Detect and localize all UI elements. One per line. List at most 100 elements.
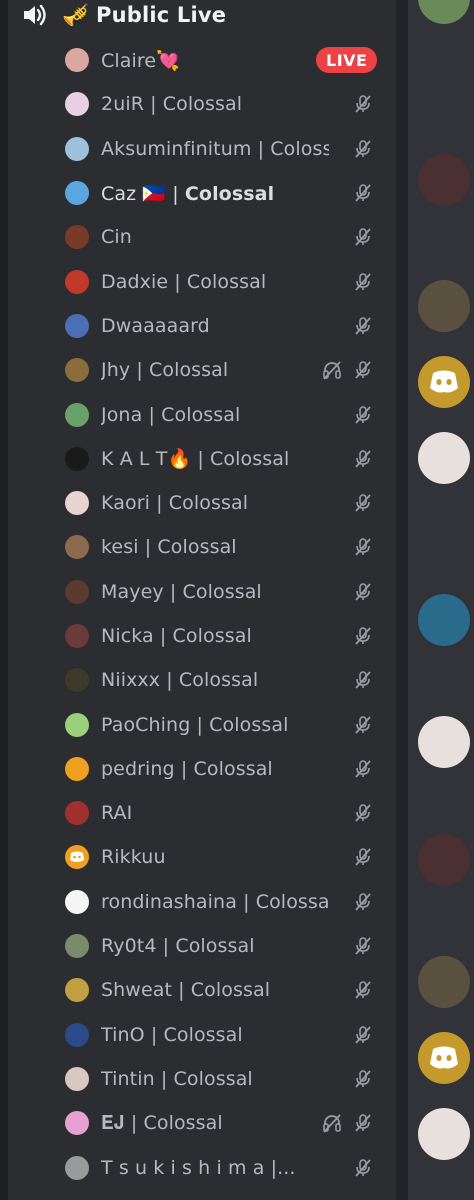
member-name-text: Aksuminfinitum — [101, 137, 252, 160]
voice-member-row[interactable]: 𝐄𝐉 | Colossal — [0, 1101, 396, 1145]
voice-member-row[interactable]: Claire💘 LIVE — [0, 38, 396, 82]
user-avatar[interactable] — [418, 154, 470, 206]
voice-member-row[interactable]: Rikkuu — [0, 835, 396, 879]
member-name: Rikkuu — [101, 846, 166, 868]
avatar[interactable] — [65, 1155, 89, 1180]
voice-member-row[interactable]: rondinashaina | Colossal — [0, 880, 396, 924]
avatar[interactable] — [65, 712, 89, 737]
avatar[interactable] — [65, 225, 89, 250]
voice-member-row[interactable]: Niixxx | Colossal — [0, 658, 396, 702]
voice-member-row[interactable]: Kaori | Colossal — [0, 481, 396, 525]
member-name-suffix: | Colossal — [172, 979, 271, 1002]
member-name: PaoChing | Colossal — [101, 714, 288, 736]
avatar[interactable] — [65, 402, 89, 427]
voice-member-row[interactable]: Cin — [0, 215, 396, 259]
avatar[interactable] — [65, 845, 89, 870]
member-name-text: Tintin — [101, 1067, 155, 1090]
voice-member-row[interactable]: Mayey | Colossal — [0, 570, 396, 614]
member-name-suffix: | Colossal — [191, 448, 290, 471]
member-name-text: Jhy — [101, 359, 131, 382]
voice-member-row[interactable]: Jhy | Colossal — [0, 348, 396, 392]
voice-member-row[interactable]: pedring | Colossal — [0, 747, 396, 791]
avatar[interactable] — [65, 92, 89, 117]
voice-member-row[interactable]: K A L T🔥 | Colossal — [0, 437, 396, 481]
muted-mic-icon — [353, 980, 373, 1000]
member-name-suffix: | Colossal — [257, 137, 329, 160]
muted-mic-icon — [353, 405, 373, 425]
member-name-text: Shweat — [101, 979, 173, 1002]
voice-member-row[interactable]: kesi | Colossal — [0, 525, 396, 569]
member-name-text: Ry0t4 — [101, 935, 157, 958]
voice-member-row[interactable]: RAI — [0, 791, 396, 835]
avatar[interactable] — [65, 756, 89, 781]
avatar[interactable] — [65, 978, 89, 1003]
discord-logo-avatar[interactable] — [418, 1032, 470, 1084]
voice-member-row[interactable]: 2uiR | Colossal — [0, 82, 396, 126]
voice-member-row[interactable]: Aksuminfinitum | Colossal — [0, 127, 396, 171]
member-name-text: Kaori — [101, 492, 150, 515]
discord-voice-channel-screen: 🎺 Public Live Claire💘 LIVE 2uiR | Colossal… — [0, 0, 474, 1200]
member-name-text: PaoChing — [101, 713, 191, 736]
user-avatar[interactable] — [418, 956, 470, 1008]
voice-member-list: Claire💘 LIVE 2uiR | Colossal Aksuminfinitum… — [0, 38, 396, 1190]
avatar[interactable] — [65, 535, 89, 560]
voice-member-row[interactable]: T s u k i s h i m a |... — [0, 1145, 396, 1189]
voice-member-row[interactable]: PaoChing | Colossal — [0, 702, 396, 746]
voice-member-row[interactable]: TinO | Colossal — [0, 1013, 396, 1057]
voice-member-row[interactable]: Shweat | Colossal — [0, 968, 396, 1012]
member-name: Jhy | Colossal — [101, 359, 228, 381]
member-name-suffix: | Colossal — [163, 580, 262, 603]
avatar[interactable] — [65, 358, 89, 383]
member-name-suffix: | Colossal — [130, 359, 229, 382]
user-avatar[interactable] — [418, 834, 470, 886]
user-avatar[interactable] — [418, 280, 470, 332]
avatar[interactable] — [65, 579, 89, 604]
muted-mic-icon — [353, 582, 373, 602]
member-name: Nicka | Colossal — [101, 625, 252, 647]
avatar[interactable] — [65, 668, 89, 693]
member-name-suffix: | Colossal — [160, 669, 259, 692]
voice-member-row[interactable]: Ry0t4 | Colossal — [0, 924, 396, 968]
avatar[interactable] — [65, 313, 89, 338]
member-name: kesi | Colossal — [101, 536, 237, 558]
member-name-suffix: | Colossal — [190, 713, 289, 736]
avatar[interactable] — [65, 801, 89, 826]
avatar[interactable] — [65, 1066, 89, 1091]
voice-channel-header[interactable]: 🎺 Public Live — [22, 0, 226, 30]
avatar[interactable] — [65, 889, 89, 914]
avatar[interactable] — [65, 1111, 89, 1136]
live-badge[interactable]: LIVE — [316, 47, 378, 74]
voice-member-row[interactable]: Nicka | Colossal — [0, 614, 396, 658]
discord-logo-avatar[interactable] — [418, 356, 470, 408]
avatar[interactable] — [65, 934, 89, 959]
voice-member-row[interactable]: Tintin | Colossal — [0, 1057, 396, 1101]
avatar[interactable] — [65, 136, 89, 161]
voice-member-row[interactable]: Dwaaaaard — [0, 304, 396, 348]
member-name-text: T s u k i s h i m a |... — [101, 1156, 296, 1179]
muted-mic-icon — [353, 493, 373, 513]
user-avatar[interactable] — [418, 594, 470, 646]
member-name: T s u k i s h i m a |... — [101, 1157, 296, 1179]
member-name-suffix: | Colossal — [154, 1067, 253, 1090]
member-name-text: Caz 🇵🇭 | — [101, 182, 185, 205]
channel-title: Public Live — [96, 3, 227, 27]
avatar[interactable] — [65, 1022, 89, 1047]
trumpet-icon: 🎺 — [62, 2, 90, 28]
user-avatar[interactable] — [418, 1108, 470, 1160]
avatar[interactable] — [65, 269, 89, 294]
member-name-suffix: | Colossal — [168, 270, 267, 293]
voice-member-row[interactable]: Caz 🇵🇭 | Colossal — [0, 171, 396, 215]
muted-mic-icon — [353, 316, 373, 336]
member-name-text: K A L T🔥 — [101, 448, 192, 471]
member-name-suffix: | Colossal — [156, 935, 255, 958]
avatar[interactable] — [65, 491, 89, 516]
user-avatar[interactable] — [418, 716, 470, 768]
avatar[interactable] — [65, 624, 89, 648]
voice-member-row[interactable]: Dadxie | Colossal — [0, 259, 396, 303]
avatar[interactable] — [65, 48, 89, 73]
user-avatar[interactable] — [418, 432, 470, 484]
member-name: RAI — [101, 802, 132, 824]
avatar[interactable] — [65, 446, 89, 471]
avatar[interactable] — [65, 181, 89, 206]
voice-member-row[interactable]: Jona | Colossal — [0, 392, 396, 436]
